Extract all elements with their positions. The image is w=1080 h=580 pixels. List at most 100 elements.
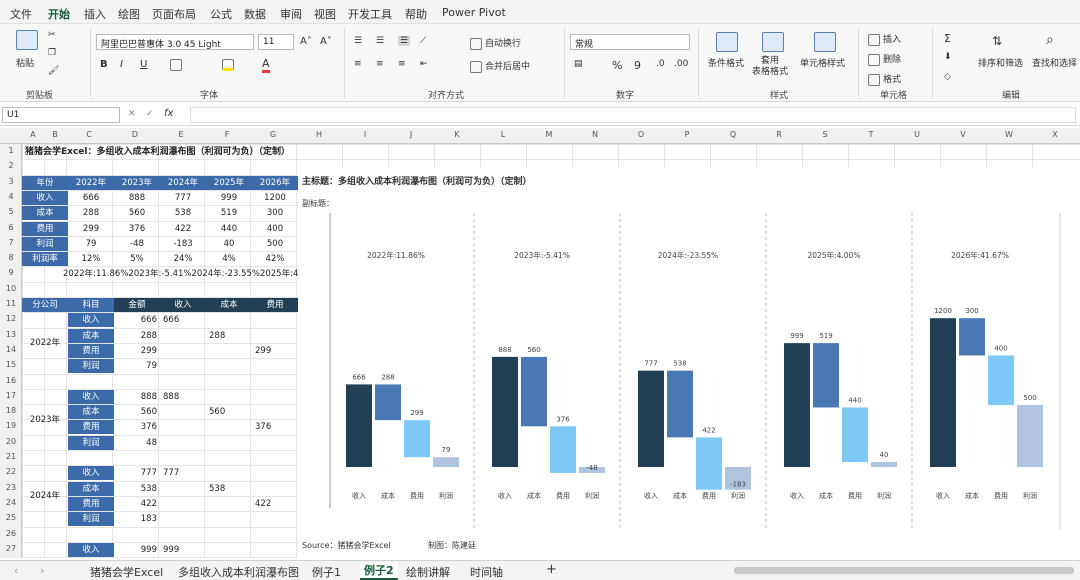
table2-cell[interactable]: 79 (114, 359, 160, 373)
table1-cell[interactable]: 999 (206, 191, 252, 205)
conditional-format-icon[interactable] (716, 32, 738, 52)
fill-icon[interactable]: ⬇ (944, 52, 952, 62)
table2-cell[interactable] (252, 390, 298, 404)
row-header-22[interactable]: 22 (0, 467, 22, 476)
confirm-icon[interactable]: ✓ (146, 109, 154, 119)
table2-cell[interactable]: 收入 (68, 542, 114, 557)
table2-cell[interactable] (252, 436, 298, 450)
table1-cell[interactable]: 24% (160, 252, 206, 266)
align-top-icon[interactable]: ☰ (354, 36, 362, 46)
menu-tab-7[interactable]: 审阅 (280, 6, 302, 22)
column-header-E[interactable]: E (158, 130, 204, 139)
table2-cell[interactable] (252, 405, 298, 419)
column-header-U[interactable]: U (894, 130, 940, 139)
menu-tab-11[interactable]: Power Pivot (442, 6, 506, 19)
table2-cell[interactable]: 费用 (68, 420, 114, 435)
table2-cell[interactable]: 422 (114, 497, 160, 511)
conditional-format-button[interactable]: 条件格式 (708, 56, 744, 69)
cancel-icon[interactable]: ✕ (128, 109, 136, 119)
table2-cell[interactable] (160, 405, 206, 419)
column-header-K[interactable]: K (434, 130, 480, 139)
table2-cell[interactable]: 成本 (68, 405, 114, 420)
column-header-V[interactable]: V (940, 130, 986, 139)
column-header-A[interactable]: A (22, 130, 44, 139)
table2-year[interactable]: 2022年 (22, 336, 68, 350)
clear-icon[interactable]: ◇ (944, 72, 951, 82)
table1-cell[interactable]: 利润 (22, 236, 68, 251)
insert-cells-button[interactable]: 插入 (868, 32, 901, 46)
table2-cell[interactable]: 999 (114, 543, 160, 557)
row-header-4[interactable]: 4 (0, 192, 22, 201)
increase-decimal-icon[interactable]: .0 (656, 59, 665, 69)
row-header-26[interactable]: 26 (0, 529, 22, 538)
column-header-H[interactable]: H (296, 130, 342, 139)
table2-cell[interactable]: 299 (114, 344, 160, 358)
menu-tab-5[interactable]: 公式 (210, 6, 232, 22)
row-header-14[interactable]: 14 (0, 345, 22, 354)
row-header-3[interactable]: 3 (0, 177, 22, 186)
menu-tab-8[interactable]: 视图 (314, 6, 336, 22)
horizontal-scrollbar[interactable] (734, 567, 1074, 574)
column-header-R[interactable]: R (756, 130, 802, 139)
cell-style-icon[interactable] (814, 32, 836, 52)
column-header-N[interactable]: N (572, 130, 618, 139)
paste-icon[interactable] (16, 30, 38, 50)
table2-cell[interactable] (252, 359, 298, 373)
row-header-19[interactable]: 19 (0, 421, 22, 430)
table2-cell[interactable]: 422 (252, 497, 298, 511)
table2-cell[interactable]: 560 (206, 405, 252, 419)
row-header-11[interactable]: 11 (0, 299, 22, 308)
menu-tab-1[interactable]: 开始 (48, 6, 70, 26)
menu-tab-2[interactable]: 插入 (84, 6, 106, 22)
table2-cell[interactable] (206, 344, 252, 358)
table2-cell[interactable] (206, 420, 252, 434)
table2-cell[interactable] (160, 359, 206, 373)
table1-cell[interactable]: 42% (252, 252, 298, 266)
sheet-tab-5[interactable]: 时间轴 (470, 564, 503, 580)
table2-cell[interactable]: 48 (114, 436, 160, 450)
sort-filter-icon[interactable]: ⇅ (992, 34, 1002, 48)
table1-cell[interactable]: -48 (114, 237, 160, 251)
column-header-J[interactable]: J (388, 130, 434, 139)
table2-cell[interactable] (252, 329, 298, 343)
column-header-S[interactable]: S (802, 130, 848, 139)
row-header-2[interactable]: 2 (0, 161, 22, 170)
menu-tab-9[interactable]: 开发工具 (348, 6, 392, 22)
table2-cell[interactable]: 183 (114, 512, 160, 526)
table2-cell[interactable]: 666 (114, 313, 160, 327)
table2-cell[interactable]: 299 (252, 344, 298, 358)
row-header-13[interactable]: 13 (0, 330, 22, 339)
align-center-icon[interactable]: ≡ (376, 59, 384, 69)
increase-font-icon[interactable]: A˄ (300, 36, 312, 47)
column-header-O[interactable]: O (618, 130, 664, 139)
table2-cell[interactable] (252, 512, 298, 526)
cell-style-button[interactable]: 单元格样式 (800, 56, 845, 69)
column-header-G[interactable]: G (250, 130, 296, 139)
table-format-icon[interactable] (762, 32, 784, 52)
table1-cell[interactable]: 560 (114, 206, 160, 220)
table2-cell[interactable]: 收入 (68, 466, 114, 481)
column-header-D[interactable]: D (112, 130, 158, 139)
table2-cell[interactable]: 888 (160, 390, 206, 404)
column-header-M[interactable]: M (526, 130, 572, 139)
column-header-T[interactable]: T (848, 130, 894, 139)
font-color-icon[interactable]: A (262, 57, 270, 73)
table1-cell[interactable]: 376 (114, 222, 160, 236)
table2-cell[interactable] (252, 543, 298, 557)
column-header-C[interactable]: C (66, 130, 112, 139)
row-header-16[interactable]: 16 (0, 376, 22, 385)
add-sheet-button[interactable]: + (546, 562, 557, 577)
find-select-button[interactable]: 查找和选择 (1032, 56, 1077, 69)
table1-cell[interactable]: 666 (68, 191, 114, 205)
table2-cell[interactable]: 888 (114, 390, 160, 404)
align-middle-icon[interactable]: ☰ (376, 36, 384, 46)
table2-year[interactable]: 2024年 (22, 489, 68, 503)
font-name-select[interactable]: 阿里巴巴普惠体 3.0 45 Light (96, 34, 254, 50)
menu-tab-6[interactable]: 数据 (244, 6, 266, 22)
table1-cell[interactable]: 成本 (22, 206, 68, 221)
table2-cell[interactable]: 777 (114, 466, 160, 480)
table2-cell[interactable]: 560 (114, 405, 160, 419)
table1-cell[interactable]: 300 (252, 206, 298, 220)
column-header-L[interactable]: L (480, 130, 526, 139)
table1-cell[interactable]: 777 (160, 191, 206, 205)
